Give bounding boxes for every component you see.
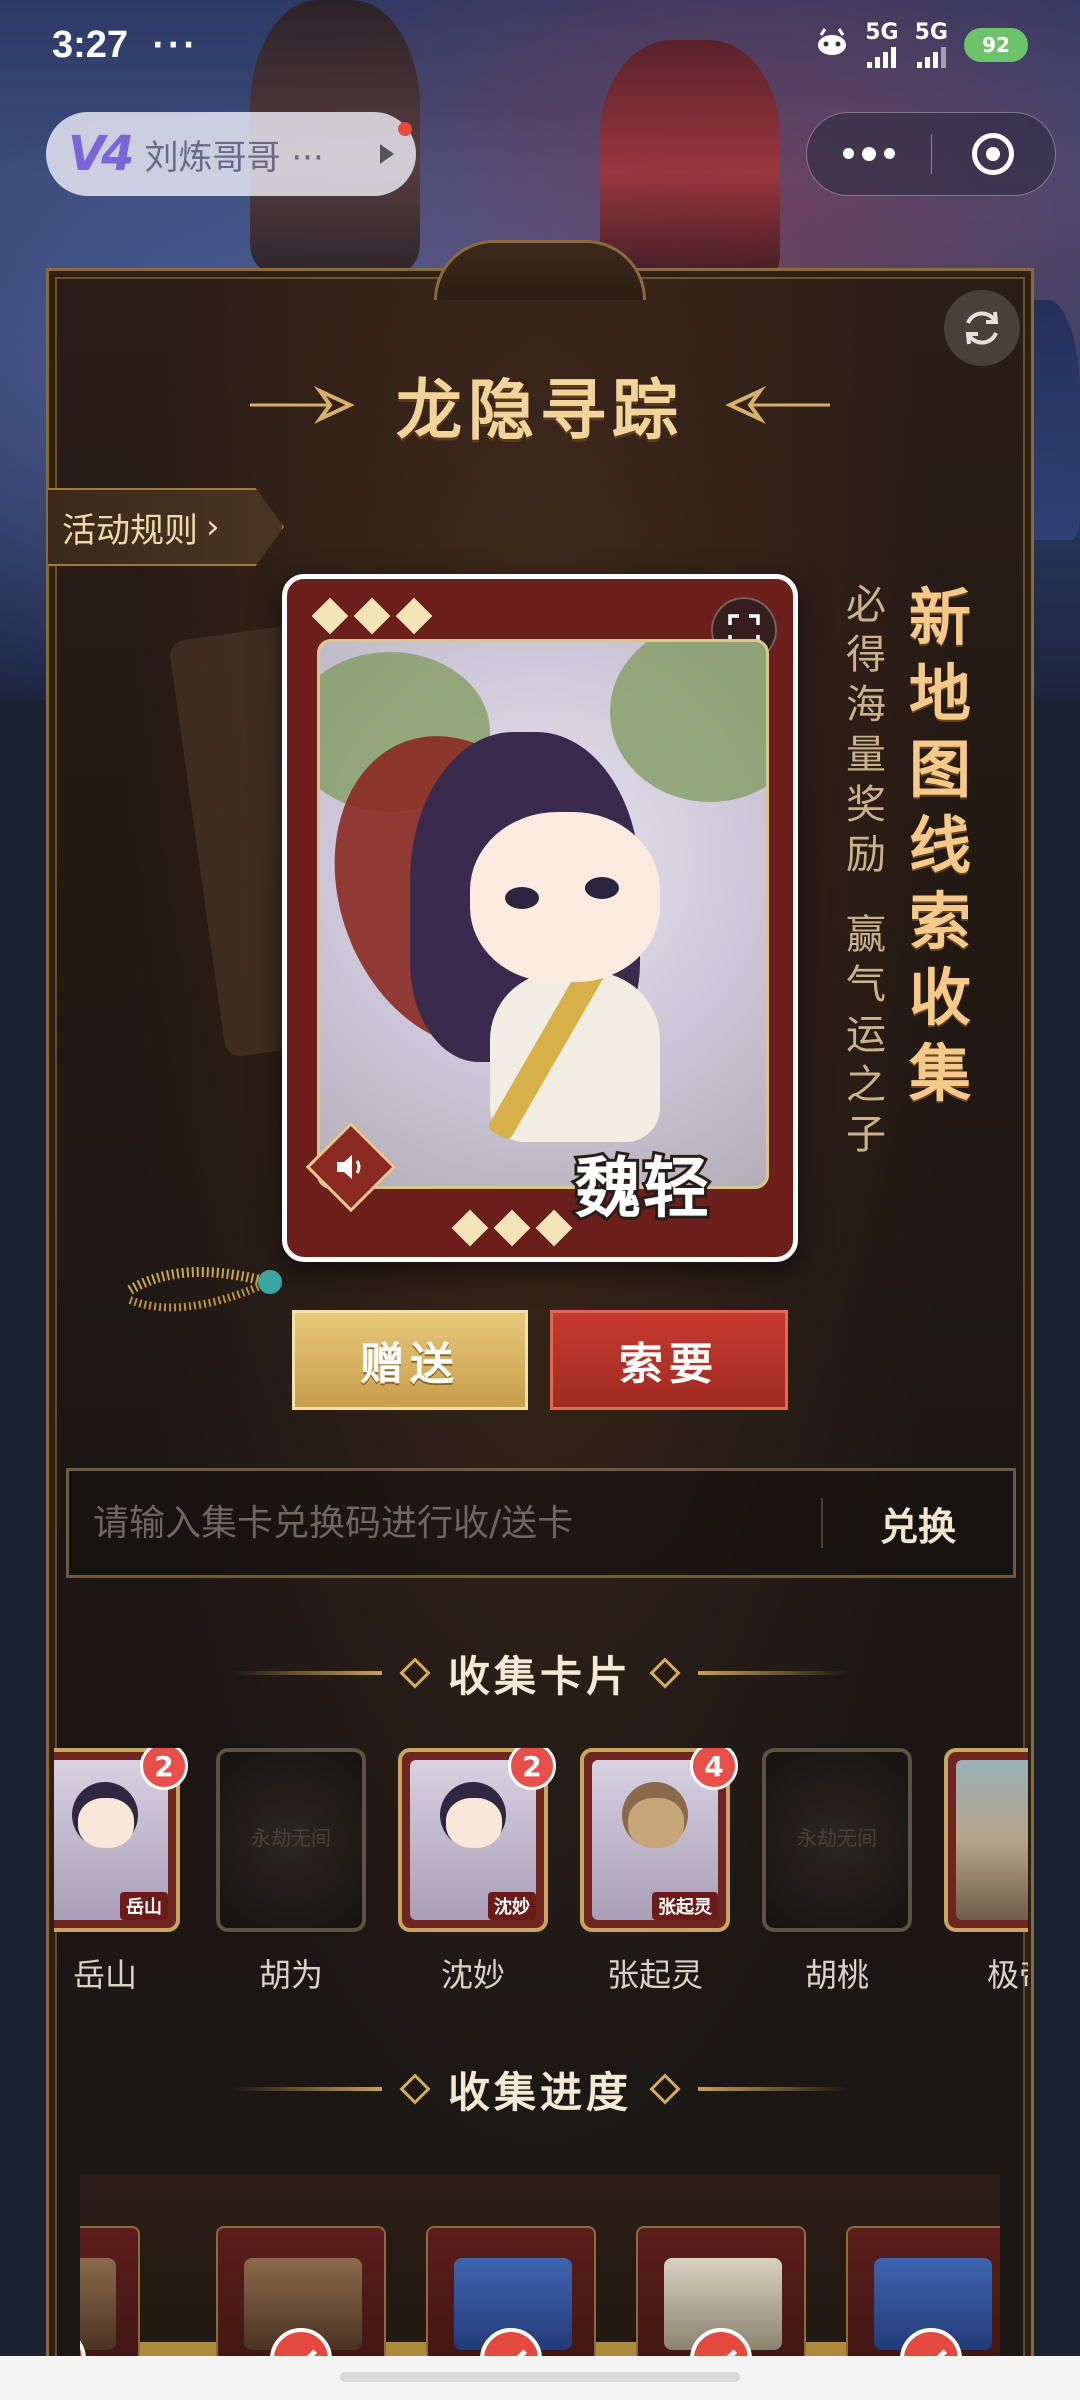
- status-bar: 3:27 ··· 5G 5G 92: [0, 0, 1080, 90]
- featured-card[interactable]: 魏轻: [282, 574, 798, 1262]
- slogan-new-map: 新地图线索收集: [908, 581, 971, 1110]
- arrow-left-decoration: [725, 385, 830, 425]
- status-time: 3:27: [52, 23, 129, 66]
- event-title: 龙隐寻踪: [396, 371, 684, 449]
- more-options-button[interactable]: [807, 146, 931, 161]
- notification-dot: [398, 122, 412, 136]
- collection-card-item[interactable]: 沈妙 2 沈妙: [398, 1748, 556, 2008]
- user-capsule[interactable]: V4 刘炼哥哥 ···: [46, 112, 416, 196]
- home-indicator[interactable]: [340, 2372, 740, 2382]
- collect-cards-title: 收集卡片: [447, 1651, 632, 1701]
- redeem-button[interactable]: 兑换: [823, 1496, 1013, 1551]
- card-name: 沈妙: [440, 1956, 505, 1994]
- battery-icon: 92: [964, 28, 1028, 62]
- refresh-icon: [965, 311, 999, 345]
- collection-card-item[interactable]: 永劫无间 胡为: [216, 1748, 366, 2008]
- user-name: 刘炼哥哥 ···: [144, 137, 324, 178]
- rarity-diamonds: [311, 597, 433, 635]
- rarity-diamonds: [451, 1209, 573, 1247]
- event-title-row: 龙隐寻踪: [0, 360, 1080, 450]
- miniprogram-capsule: [806, 112, 1056, 196]
- status-indicators: 5G 5G 92: [815, 22, 1028, 68]
- collect-progress-header: 收集进度: [0, 2054, 1080, 2124]
- close-miniprogram-button[interactable]: [932, 133, 1056, 175]
- card-character-name: 魏轻: [572, 1147, 712, 1230]
- refresh-button[interactable]: [944, 290, 1020, 366]
- activity-rules-label: 活动规则: [62, 510, 198, 551]
- card-name: 极帝: [986, 1956, 1028, 1994]
- notification-icon: [815, 27, 849, 63]
- collection-card-item[interactable]: 岳山 2 岳山: [54, 1748, 188, 2008]
- collection-card-item[interactable]: 张起灵 4 张起灵: [580, 1748, 738, 2008]
- redeem-code-input[interactable]: [69, 1471, 821, 1575]
- card-count-badge: 4: [690, 1748, 738, 1790]
- redeem-code-box: 兑换: [66, 1468, 1016, 1578]
- chevron-right-icon: ›: [206, 507, 220, 547]
- card-name: 胡桃: [804, 1956, 869, 1994]
- collect-cards-header: 收集卡片: [0, 1638, 1080, 1708]
- collection-card-item[interactable]: 极帝: [944, 1748, 1028, 2008]
- card-name: 胡为: [258, 1956, 323, 1994]
- tassel-decoration: [127, 1267, 282, 1312]
- card-character-art: [317, 639, 769, 1189]
- card-count-badge: 2: [140, 1748, 188, 1790]
- collect-progress-title: 收集进度: [447, 2067, 632, 2117]
- signal-icon: 5G: [915, 22, 948, 68]
- card-name: 张起灵: [606, 1956, 703, 1994]
- panel-crest: [434, 240, 646, 300]
- card-collection-strip: 岳山 2 岳山 永劫无间 胡为 沈妙 2 沈妙 张起灵 4 张起灵 永劫无间 胡…: [54, 1748, 1028, 2008]
- speaker-icon: [337, 1155, 361, 1179]
- give-card-button[interactable]: 赠送: [292, 1310, 528, 1410]
- target-icon: [972, 133, 1015, 175]
- card-count-badge: 2: [508, 1748, 556, 1790]
- v4-logo: V4: [68, 126, 135, 182]
- request-card-button[interactable]: 索要: [550, 1310, 788, 1410]
- play-icon: [380, 144, 394, 164]
- collection-card-item[interactable]: 永劫无间 胡桃: [762, 1748, 912, 2008]
- activity-rules-button[interactable]: 活动规则 ›: [48, 488, 284, 566]
- status-extra: ···: [152, 27, 199, 63]
- signal-icon: 5G: [865, 22, 899, 68]
- slogan-rewards: 必得海量奖励赢气运之子: [846, 582, 886, 1158]
- arrow-right-decoration: [250, 385, 355, 425]
- card-name: 岳山: [72, 1956, 137, 1994]
